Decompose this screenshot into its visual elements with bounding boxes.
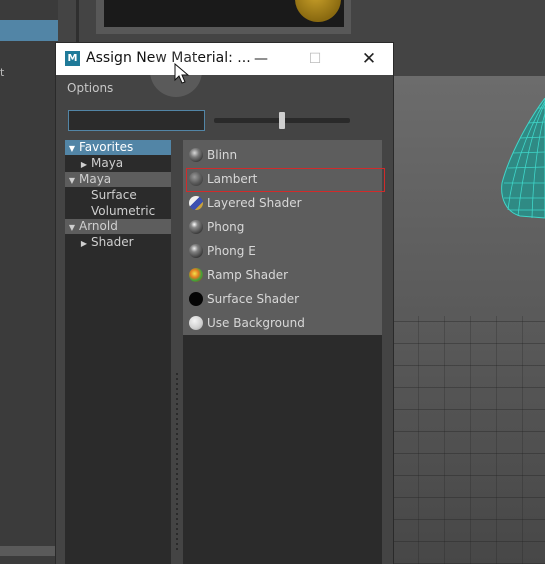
material-item-layered-shader[interactable]: Layered Shader xyxy=(183,191,382,215)
render-preview xyxy=(104,0,344,27)
material-item-label: Blinn xyxy=(207,148,238,162)
material-item-label: Layered Shader xyxy=(207,196,302,210)
ramp-shader-swatch-icon xyxy=(189,268,203,282)
material-search-input[interactable] xyxy=(68,110,205,131)
material-item-phong-e[interactable]: Phong E xyxy=(183,239,382,263)
material-item-label: Surface Shader xyxy=(207,292,300,306)
material-list: Blinn Lambert Layered Shader Phong Phong… xyxy=(183,140,385,564)
collapse-arrow-icon[interactable]: ▶ xyxy=(77,236,91,251)
outliner-selected-row[interactable] xyxy=(0,20,58,41)
slider-handle[interactable] xyxy=(279,112,285,129)
material-item-label: Phong E xyxy=(207,244,256,258)
material-item-label: Ramp Shader xyxy=(207,268,289,282)
blinn-swatch-icon xyxy=(189,148,203,162)
viewport-grid xyxy=(392,316,545,564)
tree-category-label: Arnold xyxy=(79,219,118,233)
preview-sphere xyxy=(295,0,341,22)
assign-new-material-dialog: M Assign New Material: ... — ☐ ✕ Options… xyxy=(56,43,393,564)
expand-arrow-icon[interactable]: ▼ xyxy=(65,173,79,188)
lambert-highlight-box xyxy=(186,168,385,192)
outliner-panel: t xyxy=(0,0,58,564)
tree-item-shader[interactable]: ▶ Shader xyxy=(77,235,134,250)
close-button[interactable]: ✕ xyxy=(346,43,392,75)
tree-item-label: Shader xyxy=(91,235,134,249)
material-item-label: Phong xyxy=(207,220,245,234)
options-label: Options xyxy=(67,81,114,95)
phong-e-swatch-icon xyxy=(189,244,203,258)
expand-arrow-icon[interactable]: ▼ xyxy=(65,220,79,235)
layered-shader-swatch-icon xyxy=(189,196,203,210)
phong-swatch-icon xyxy=(189,220,203,234)
dialog-titlebar[interactable]: M Assign New Material: ... — ☐ ✕ xyxy=(56,43,393,75)
swatch-size-slider[interactable] xyxy=(214,112,350,129)
expand-arrow-icon[interactable]: ▼ xyxy=(65,141,79,156)
tree-category-arnold[interactable]: ▼ Arnold xyxy=(65,219,171,234)
category-tree: ▼ Favorites ▶ Maya ▼ Maya Surface Volumetri… xyxy=(65,140,171,564)
tree-item-volumetric[interactable]: Volumetric xyxy=(91,204,155,219)
material-item-phong[interactable]: Phong xyxy=(183,215,382,239)
use-background-swatch-icon xyxy=(189,316,203,330)
tree-category-label: Favorites xyxy=(79,140,134,154)
material-item-use-background[interactable]: Use Background xyxy=(183,311,382,335)
mouse-pointer-icon xyxy=(174,63,190,84)
material-item-blinn[interactable]: Blinn xyxy=(183,143,382,167)
material-item-label: Use Background xyxy=(207,316,305,330)
tree-item-favorites-maya[interactable]: ▶ Maya xyxy=(77,156,123,171)
wireframe-mesh[interactable] xyxy=(498,98,545,223)
tree-item-surface[interactable]: Surface xyxy=(91,188,137,203)
outliner-text-fragment: t xyxy=(0,66,5,79)
minimize-button[interactable]: — xyxy=(238,43,284,75)
tree-item-label: Maya xyxy=(91,156,124,170)
outliner-scrollbar[interactable] xyxy=(0,546,55,556)
pane-splitter-handle[interactable] xyxy=(176,373,178,553)
tree-category-label: Maya xyxy=(79,172,112,186)
tree-category-maya[interactable]: ▼ Maya xyxy=(65,172,171,187)
collapse-arrow-icon[interactable]: ▶ xyxy=(77,157,91,172)
tree-item-label: Volumetric xyxy=(91,204,156,218)
surface-shader-swatch-icon xyxy=(189,292,203,306)
material-item-surface-shader[interactable]: Surface Shader xyxy=(183,287,382,311)
tree-category-favorites[interactable]: ▼ Favorites xyxy=(65,140,171,155)
material-item-ramp-shader[interactable]: Ramp Shader xyxy=(183,263,382,287)
maximize-button[interactable]: ☐ xyxy=(292,43,338,75)
maya-app-icon: M xyxy=(65,51,80,66)
tree-item-label: Surface xyxy=(91,188,137,202)
